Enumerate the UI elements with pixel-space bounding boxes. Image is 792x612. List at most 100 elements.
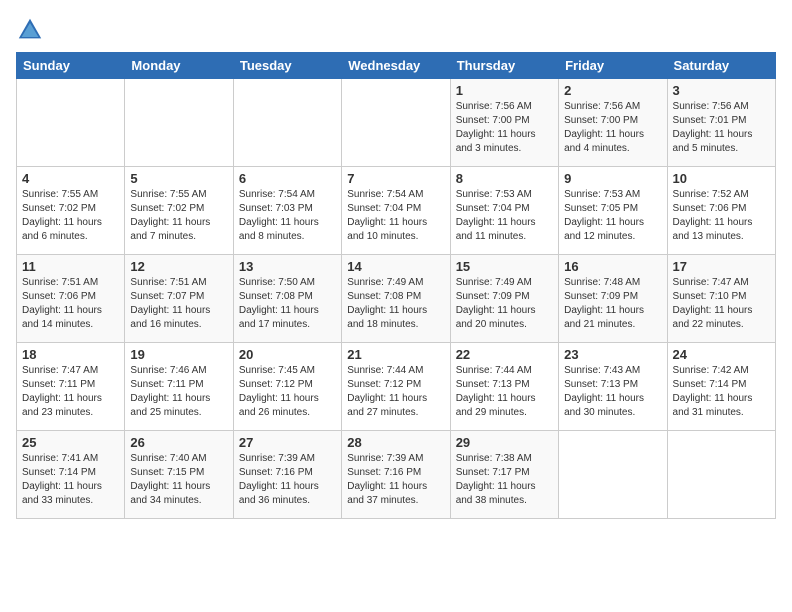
day-number: 10 <box>673 171 770 186</box>
calendar-cell <box>17 79 125 167</box>
day-info: Sunrise: 7:47 AM Sunset: 7:10 PM Dayligh… <box>673 276 770 332</box>
day-number: 28 <box>347 435 444 450</box>
calendar-cell <box>233 79 341 167</box>
day-number: 26 <box>130 435 227 450</box>
calendar-cell: 19Sunrise: 7:46 AM Sunset: 7:11 PM Dayli… <box>125 343 233 431</box>
day-number: 6 <box>239 171 336 186</box>
day-number: 5 <box>130 171 227 186</box>
calendar-cell: 3 Sunrise: 7:56 AM Sunset: 7:01 PM Daylig… <box>667 79 775 167</box>
day-info: Sunrise: 7:51 AM Sunset: 7:07 PM Dayligh… <box>130 276 227 332</box>
calendar-cell: 4 Sunrise: 7:55 AM Sunset: 7:02 PM Daylig… <box>17 167 125 255</box>
calendar-body: 1 Sunrise: 7:56 AM Sunset: 7:00 PM Daylig… <box>17 79 776 519</box>
calendar-cell: 15 Sunrise: 7:49 AM Sunset: 7:09 PM Dayli… <box>450 255 558 343</box>
calendar-cell <box>125 79 233 167</box>
day-info: Sunrise: 7:55 AM Sunset: 7:02 PM Dayligh… <box>130 188 227 244</box>
day-number: 24 <box>673 347 770 362</box>
day-info: Sunrise: 7:40 AM Sunset: 7:15 PM Dayligh… <box>130 452 227 508</box>
calendar-cell: 8 Sunrise: 7:53 AM Sunset: 7:04 PM Daylig… <box>450 167 558 255</box>
day-number: 12 <box>130 259 227 274</box>
day-number: 21 <box>347 347 444 362</box>
day-number: 7 <box>347 171 444 186</box>
day-number: 1 <box>456 83 553 98</box>
calendar-cell: 21Sunrise: 7:44 AM Sunset: 7:12 PM Dayli… <box>342 343 450 431</box>
weekday-header-thursday: Thursday <box>450 53 558 79</box>
calendar-week-0: 1 Sunrise: 7:56 AM Sunset: 7:00 PM Daylig… <box>17 79 776 167</box>
calendar-header: SundayMondayTuesdayWednesdayThursdayFrid… <box>17 53 776 79</box>
calendar-cell: 12 Sunrise: 7:51 AM Sunset: 7:07 PM Dayli… <box>125 255 233 343</box>
day-number: 4 <box>22 171 119 186</box>
calendar-cell: 16 Sunrise: 7:48 AM Sunset: 7:09 PM Dayli… <box>559 255 667 343</box>
page-header <box>16 16 776 44</box>
weekday-header-friday: Friday <box>559 53 667 79</box>
calendar-cell: 10 Sunrise: 7:52 AM Sunset: 7:06 PM Dayli… <box>667 167 775 255</box>
calendar-table: SundayMondayTuesdayWednesdayThursdayFrid… <box>16 52 776 519</box>
calendar-cell: 18 Sunrise: 7:47 AM Sunset: 7:11 PM Dayli… <box>17 343 125 431</box>
calendar-week-1: 4 Sunrise: 7:55 AM Sunset: 7:02 PM Daylig… <box>17 167 776 255</box>
day-info: Sunrise: 7:56 AM Sunset: 7:00 PM Dayligh… <box>564 100 661 156</box>
calendar-week-4: 25 Sunrise: 7:41 AM Sunset: 7:14 PM Dayli… <box>17 431 776 519</box>
day-number: 25 <box>22 435 119 450</box>
day-number: 11 <box>22 259 119 274</box>
calendar-cell: 29 Sunrise: 7:38 AM Sunset: 7:17 PM Dayli… <box>450 431 558 519</box>
day-info: Sunrise: 7:39 AM Sunset: 7:16 PM Dayligh… <box>239 452 336 508</box>
day-number: 14 <box>347 259 444 274</box>
day-info: Sunrise: 7:47 AM Sunset: 7:11 PM Dayligh… <box>22 364 119 420</box>
day-number: 22 <box>456 347 553 362</box>
day-number: 29 <box>456 435 553 450</box>
calendar-cell: 5 Sunrise: 7:55 AM Sunset: 7:02 PM Daylig… <box>125 167 233 255</box>
calendar-week-3: 18 Sunrise: 7:47 AM Sunset: 7:11 PM Dayli… <box>17 343 776 431</box>
calendar-cell: 1Sunrise: 7:56 AM Sunset: 7:00 PM Daylig… <box>450 79 558 167</box>
day-info: Sunrise: 7:45 AM Sunset: 7:12 PM Dayligh… <box>239 364 336 420</box>
calendar-cell: 25 Sunrise: 7:41 AM Sunset: 7:14 PM Dayli… <box>17 431 125 519</box>
weekday-header-saturday: Saturday <box>667 53 775 79</box>
day-number: 16 <box>564 259 661 274</box>
day-info: Sunrise: 7:44 AM Sunset: 7:13 PM Dayligh… <box>456 364 553 420</box>
logo <box>16 16 48 44</box>
weekday-header-sunday: Sunday <box>17 53 125 79</box>
day-info: Sunrise: 7:49 AM Sunset: 7:08 PM Dayligh… <box>347 276 444 332</box>
day-number: 15 <box>456 259 553 274</box>
day-info: Sunrise: 7:55 AM Sunset: 7:02 PM Dayligh… <box>22 188 119 244</box>
calendar-cell: 23 Sunrise: 7:43 AM Sunset: 7:13 PM Dayli… <box>559 343 667 431</box>
day-info: Sunrise: 7:50 AM Sunset: 7:08 PM Dayligh… <box>239 276 336 332</box>
day-number: 27 <box>239 435 336 450</box>
day-number: 3 <box>673 83 770 98</box>
calendar-cell: 22 Sunrise: 7:44 AM Sunset: 7:13 PM Dayli… <box>450 343 558 431</box>
day-info: Sunrise: 7:43 AM Sunset: 7:13 PM Dayligh… <box>564 364 661 420</box>
day-info: Sunrise: 7:52 AM Sunset: 7:06 PM Dayligh… <box>673 188 770 244</box>
calendar-week-2: 11 Sunrise: 7:51 AM Sunset: 7:06 PM Dayli… <box>17 255 776 343</box>
day-info: Sunrise: 7:51 AM Sunset: 7:06 PM Dayligh… <box>22 276 119 332</box>
day-info: Sunrise: 7:53 AM Sunset: 7:04 PM Dayligh… <box>456 188 553 244</box>
calendar-cell: 7 Sunrise: 7:54 AM Sunset: 7:04 PM Daylig… <box>342 167 450 255</box>
day-info: Sunrise: 7:54 AM Sunset: 7:04 PM Dayligh… <box>347 188 444 244</box>
day-number: 23 <box>564 347 661 362</box>
day-number: 17 <box>673 259 770 274</box>
day-number: 18 <box>22 347 119 362</box>
day-number: 2 <box>564 83 661 98</box>
day-info: Sunrise: 7:41 AM Sunset: 7:14 PM Dayligh… <box>22 452 119 508</box>
day-info: Sunrise: 7:48 AM Sunset: 7:09 PM Dayligh… <box>564 276 661 332</box>
day-info: Sunrise: 7:49 AM Sunset: 7:09 PM Dayligh… <box>456 276 553 332</box>
calendar-cell: 17 Sunrise: 7:47 AM Sunset: 7:10 PM Dayli… <box>667 255 775 343</box>
day-info: Sunrise: 7:42 AM Sunset: 7:14 PM Dayligh… <box>673 364 770 420</box>
calendar-cell: 26 Sunrise: 7:40 AM Sunset: 7:15 PM Dayli… <box>125 431 233 519</box>
day-info: Sunrise: 7:54 AM Sunset: 7:03 PM Dayligh… <box>239 188 336 244</box>
day-info: Sunrise: 7:39 AM Sunset: 7:16 PM Dayligh… <box>347 452 444 508</box>
calendar-cell: 27 Sunrise: 7:39 AM Sunset: 7:16 PM Dayli… <box>233 431 341 519</box>
logo-icon <box>16 16 44 44</box>
day-info: Sunrise: 7:53 AM Sunset: 7:05 PM Dayligh… <box>564 188 661 244</box>
day-info: Sunrise: 7:38 AM Sunset: 7:17 PM Dayligh… <box>456 452 553 508</box>
calendar-cell: 28 Sunrise: 7:39 AM Sunset: 7:16 PM Dayli… <box>342 431 450 519</box>
day-number: 20 <box>239 347 336 362</box>
calendar-cell: 20 Sunrise: 7:45 AM Sunset: 7:12 PM Dayli… <box>233 343 341 431</box>
weekday-header-tuesday: Tuesday <box>233 53 341 79</box>
day-info: Sunrise: 7:56 AM Sunset: 7:01 PM Dayligh… <box>673 100 770 156</box>
calendar-cell: 14 Sunrise: 7:49 AM Sunset: 7:08 PM Dayli… <box>342 255 450 343</box>
weekday-row: SundayMondayTuesdayWednesdayThursdayFrid… <box>17 53 776 79</box>
calendar-cell <box>667 431 775 519</box>
weekday-header-monday: Monday <box>125 53 233 79</box>
calendar-cell: 9Sunrise: 7:53 AM Sunset: 7:05 PM Daylig… <box>559 167 667 255</box>
day-number: 8 <box>456 171 553 186</box>
calendar-cell: 6 Sunrise: 7:54 AM Sunset: 7:03 PM Daylig… <box>233 167 341 255</box>
calendar-cell: 11 Sunrise: 7:51 AM Sunset: 7:06 PM Dayli… <box>17 255 125 343</box>
